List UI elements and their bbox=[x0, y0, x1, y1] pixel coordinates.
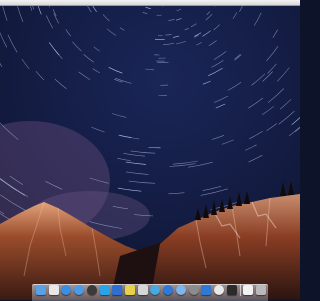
dashboard-icon[interactable] bbox=[86, 285, 97, 295]
photos-icon[interactable] bbox=[112, 285, 123, 295]
settings-icon[interactable] bbox=[188, 285, 199, 295]
document-icon[interactable] bbox=[243, 285, 254, 295]
network-icon[interactable] bbox=[150, 285, 161, 295]
user-icon[interactable] bbox=[201, 285, 212, 295]
mail-icon[interactable] bbox=[175, 285, 186, 295]
dock-separator bbox=[239, 284, 241, 296]
info-icon[interactable] bbox=[214, 285, 225, 295]
finder-icon[interactable] bbox=[36, 285, 46, 295]
desktop-wallpaper bbox=[0, 6, 300, 300]
calendar-icon[interactable] bbox=[48, 285, 59, 295]
safari-icon[interactable] bbox=[61, 285, 72, 295]
trash-icon[interactable] bbox=[255, 285, 266, 295]
itunes-icon[interactable] bbox=[163, 285, 174, 295]
twitter-icon[interactable] bbox=[99, 285, 110, 295]
textedit-icon[interactable] bbox=[137, 285, 148, 295]
dock-icons bbox=[36, 283, 266, 297]
terminal-icon[interactable] bbox=[226, 285, 237, 295]
app-store-icon[interactable] bbox=[74, 285, 85, 295]
notes-icon[interactable] bbox=[125, 285, 136, 295]
